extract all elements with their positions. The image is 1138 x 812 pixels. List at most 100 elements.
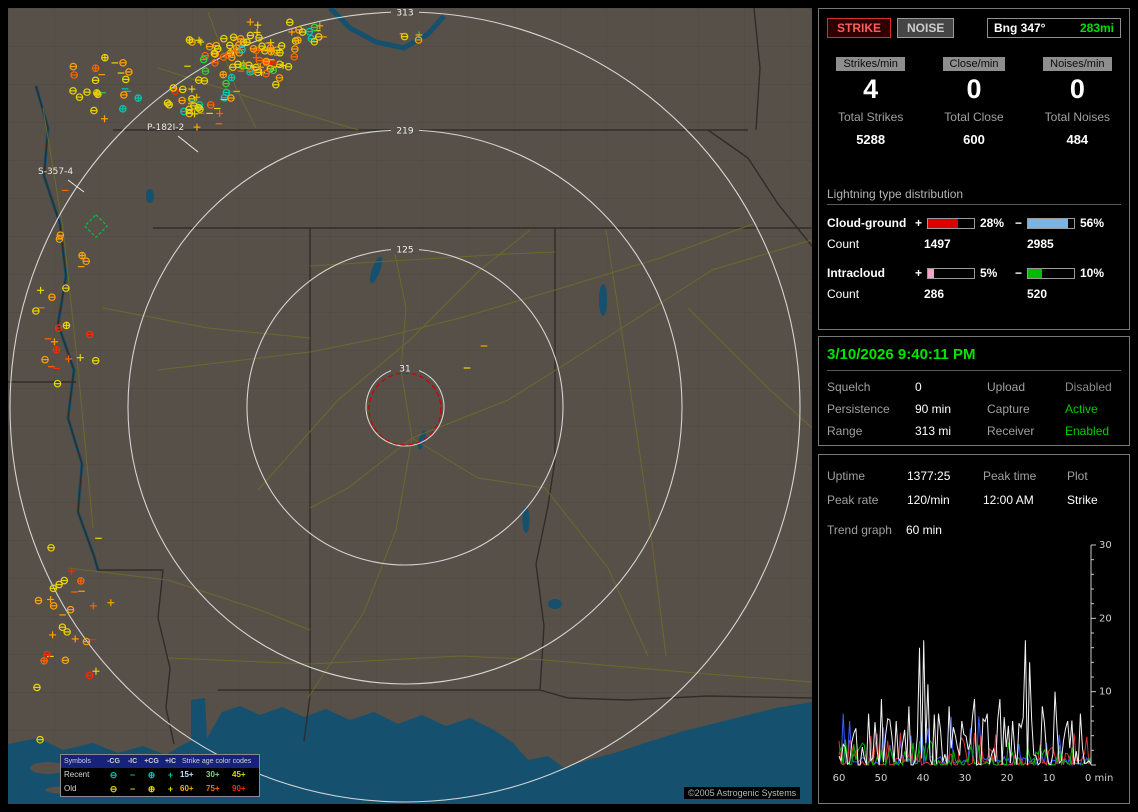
intracloud-count-row: Count 286 520 xyxy=(827,287,1121,301)
legend-recent-label: Recent xyxy=(64,770,90,779)
strike-toggle-button[interactable]: STRIKE xyxy=(827,18,892,38)
plot-mode-row: STRIKE NOISE Bng 347° 283mi xyxy=(827,18,1121,38)
svg-text:313: 313 xyxy=(396,9,413,19)
strikes-per-min-value: 4 xyxy=(863,74,879,104)
age-15: 15+ xyxy=(180,770,194,779)
intracloud-label: Intracloud xyxy=(827,266,886,280)
total-strikes-value: 5288 xyxy=(856,132,886,147)
cloud-ground-row: Cloud-ground + 28% − 56% xyxy=(827,216,1121,230)
legend-old-ages: 60+ 75+ 90+ xyxy=(180,784,259,794)
age-45: 45+ xyxy=(232,770,246,779)
ic-plus-count: 286 xyxy=(924,287,945,301)
lightning-map[interactable]: 313 219 125 31 P-182I-2 S-357-4 Symbols -CG … xyxy=(8,8,812,804)
map-legend: Symbols -CG -IC +CG +IC Strike age color… xyxy=(60,754,260,797)
age-90: 90+ xyxy=(232,784,246,793)
cg-plus-pct: 28% xyxy=(980,216,1005,230)
circle-plus-icon: ⊕ xyxy=(147,770,156,780)
ic-plus-bar xyxy=(927,267,975,279)
legend-header: Symbols -CG -IC +CG +IC Strike age color… xyxy=(61,755,259,768)
intracloud-row: Intracloud + 5% − 10% xyxy=(827,266,1121,280)
svg-text:219: 219 xyxy=(396,127,413,137)
svg-text:20: 20 xyxy=(1099,613,1112,624)
noise-toggle-button[interactable]: NOISE xyxy=(897,18,955,38)
upload-label: Upload xyxy=(987,380,1026,394)
receiver-label: Receiver xyxy=(987,424,1035,438)
svg-text:125: 125 xyxy=(396,246,413,256)
persistence-value: 90 min xyxy=(915,402,952,416)
svg-text:30: 30 xyxy=(1099,540,1112,551)
cloud-ground-count-row: Count 1497 2985 xyxy=(827,237,1121,251)
copyright: ©2005 Astrogenic Systems xyxy=(684,787,801,799)
noises-per-min-value: 0 xyxy=(1069,74,1085,104)
legend-neg-cg-header: -CG xyxy=(107,757,120,765)
strikes-per-min-header: Strikes/min xyxy=(836,57,905,71)
trend-graph-label: Trend graph xyxy=(827,523,892,537)
cg-plus-bar xyxy=(927,217,975,229)
range-label: Range xyxy=(827,424,863,438)
svg-text:0 min: 0 min xyxy=(1085,773,1113,784)
plus-icon: + xyxy=(167,770,174,780)
age-60: 60+ xyxy=(180,784,194,793)
trend-graph-header: Trend graph 60 min xyxy=(827,523,1121,537)
upload-value: Disabled xyxy=(1065,380,1112,394)
close-per-min-header: Close/min xyxy=(942,57,1006,71)
strikes-rate-column: Strikes/min 4 Total Strikes 5288 xyxy=(819,54,922,147)
trend-panel: Uptime 1377:25 Peak time Plot Peak rate … xyxy=(818,454,1130,804)
capture-label: Capture xyxy=(987,402,1030,416)
legend-age-codes-header: Strike age color codes xyxy=(182,757,252,765)
map-canvas: 313 219 125 31 P-182I-2 S-357-4 xyxy=(8,8,812,804)
uptime-value: 1377:25 xyxy=(907,469,951,483)
plot-label: Plot xyxy=(1067,469,1088,483)
ic-minus-bar xyxy=(1027,267,1075,279)
datetime-display: 3/10/2026 9:40:11 PM xyxy=(827,346,1121,371)
legend-pos-cg-header: +CG xyxy=(144,757,159,765)
total-strikes-label: Total Strikes xyxy=(837,110,904,124)
svg-text:40: 40 xyxy=(917,773,930,784)
age-75: 75+ xyxy=(206,784,220,793)
cg-minus-pct: 56% xyxy=(1080,216,1105,230)
total-noises-label: Total Noises xyxy=(1044,110,1111,124)
receiver-value: Enabled xyxy=(1065,424,1110,438)
plot-value: Strike xyxy=(1067,493,1098,507)
svg-text:20: 20 xyxy=(1001,773,1014,784)
plus-sign: + xyxy=(914,266,922,280)
age-30: 30+ xyxy=(206,770,220,779)
trend-graph: 30 20 10 60 50 40 30 20 10 0 min xyxy=(823,539,1129,806)
minus-sign: − xyxy=(1014,266,1022,280)
close-rate-column: Close/min 0 Total Close 600 xyxy=(922,54,1025,147)
circle-plus-icon: ⊕ xyxy=(147,784,156,794)
cg-minus-count: 2985 xyxy=(1027,237,1054,251)
legend-pos-ic-header: +IC xyxy=(164,757,177,765)
legend-symbols-header: Symbols xyxy=(64,757,91,765)
close-per-min-value: 0 xyxy=(966,74,982,104)
noises-rate-column: Noises/min 0 Total Noises 484 xyxy=(1026,54,1129,147)
trend-info-grid: Uptime 1377:25 Peak time Plot Peak rate … xyxy=(827,469,1121,507)
svg-text:10: 10 xyxy=(1099,687,1112,698)
ic-plus-pct: 5% xyxy=(980,266,998,280)
cloud-ground-label: Cloud-ground xyxy=(827,216,907,230)
status-grid: Squelch 0 Upload Disabled Persistence 90… xyxy=(827,380,1121,438)
strike-stats-panel: STRIKE NOISE Bng 347° 283mi Strikes/min … xyxy=(818,8,1130,330)
bearing-distance: 283mi xyxy=(1079,21,1114,35)
plus-sign: + xyxy=(914,216,922,230)
persistence-label: Persistence xyxy=(827,402,890,416)
peak-time-label: Peak time xyxy=(983,469,1037,483)
svg-text:P-182I-2: P-182I-2 xyxy=(147,123,184,133)
ic-count-label: Count xyxy=(827,287,860,301)
peak-rate-value: 120/min xyxy=(907,493,950,507)
total-close-label: Total Close xyxy=(944,110,1004,124)
legend-recent-row: Recent ⊖ − ⊕ + 15+ 30+ 45+ xyxy=(61,768,259,782)
minus-icon: − xyxy=(129,784,136,794)
uptime-label: Uptime xyxy=(827,469,866,483)
range-value: 313 mi xyxy=(915,424,952,438)
ic-minus-pct: 10% xyxy=(1080,266,1105,280)
circle-minus-icon: ⊖ xyxy=(109,770,118,780)
cg-minus-bar xyxy=(1027,217,1075,229)
peak-rate-label: Peak rate xyxy=(827,493,879,507)
rates-section: Strikes/min 4 Total Strikes 5288 Close/m… xyxy=(819,54,1129,147)
total-noises-value: 484 xyxy=(1066,132,1089,147)
nexstorm-app: 313 219 125 31 P-182I-2 S-357-4 Symbols -CG … xyxy=(0,0,1138,812)
cg-count-label: Count xyxy=(827,237,860,251)
trend-graph-canvas: 30 20 10 60 50 40 30 20 10 0 min xyxy=(833,540,1114,784)
capture-value: Active xyxy=(1065,402,1098,416)
